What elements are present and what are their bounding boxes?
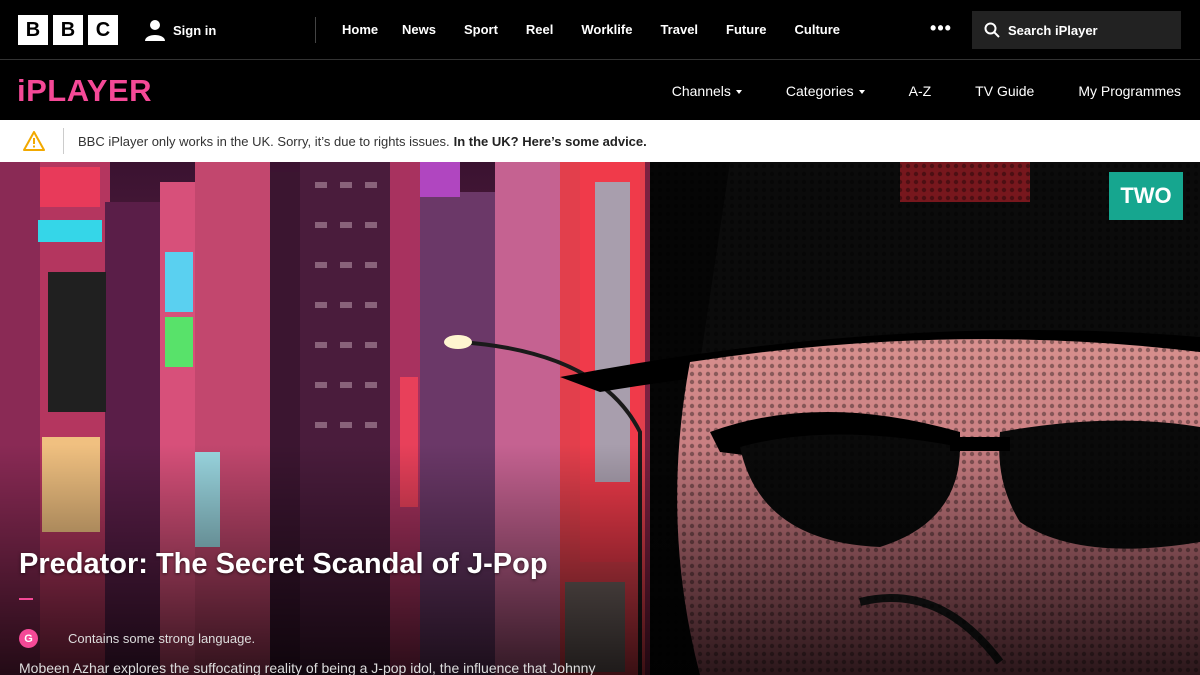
banner-divider (63, 128, 64, 154)
nav-my-programmes[interactable]: My Programmes (1078, 83, 1181, 99)
programme-title[interactable]: Predator: The Secret Scandal of J-Pop (19, 548, 548, 581)
hero-image (0, 162, 1200, 675)
nav-reel[interactable]: Reel (512, 0, 567, 60)
nav-future[interactable]: Future (712, 0, 780, 60)
nav-worklife[interactable]: Worklife (567, 0, 646, 60)
search-iplayer-input[interactable]: Search iPlayer (972, 11, 1181, 49)
nav-channels-label: Channels (671, 82, 731, 99)
bbc-logo-block: C (88, 15, 118, 45)
header-divider (315, 17, 316, 43)
nav-culture[interactable]: Culture (781, 0, 855, 60)
nav-categories-label: Categories (785, 82, 854, 99)
nav-categories[interactable]: Categories (786, 83, 865, 99)
user-icon (145, 20, 165, 41)
more-menu-button[interactable]: ••• (926, 18, 956, 39)
iplayer-logo[interactable]: iPLAYER (17, 73, 152, 109)
sign-in-button[interactable]: Sign in (143, 17, 216, 43)
caret-down-icon (735, 89, 742, 94)
nav-news[interactable]: News (388, 0, 450, 60)
guidance-badge: G (19, 629, 38, 648)
search-placeholder: Search iPlayer (1008, 22, 1098, 38)
bbc-main-nav: Home News Sport Reel Worklife Travel Fut… (330, 0, 854, 60)
hero-promo[interactable]: TWO Predator: The Secret Scandal of J-Po… (0, 162, 1200, 675)
nav-a-z[interactable]: A-Z (909, 83, 932, 99)
uk-advice-link[interactable]: In the UK? Here’s some advice. (454, 134, 647, 149)
uk-only-banner: BBC iPlayer only works in the UK. Sorry,… (0, 120, 1200, 162)
nav-sport[interactable]: Sport (450, 0, 512, 60)
channel-badge-bbc-two: TWO (1109, 172, 1183, 220)
bbc-logo[interactable]: B B C (18, 15, 118, 45)
nav-home[interactable]: Home (330, 0, 388, 60)
bbc-logo-block: B (53, 15, 83, 45)
nav-channels[interactable]: Channels (672, 83, 742, 99)
bbc-logo-block: B (18, 15, 48, 45)
title-accent-rule (19, 598, 33, 600)
warning-icon (23, 131, 45, 151)
iplayer-nav: Channels Categories A-Z TV Guide My Prog… (628, 61, 1181, 120)
bbc-top-bar: B B C Sign in Home News Sport Reel Workl… (0, 0, 1200, 60)
nav-travel[interactable]: Travel (646, 0, 712, 60)
guidance-text: Contains some strong language. (68, 631, 256, 646)
programme-synopsis: Mobeen Azhar explores the suffocating re… (19, 660, 596, 675)
sign-in-label: Sign in (173, 22, 217, 38)
iplayer-bar: iPLAYER Channels Categories A-Z TV Guide… (0, 61, 1200, 120)
banner-message: BBC iPlayer only works in the UK. Sorry,… (78, 133, 450, 149)
caret-down-icon (858, 89, 865, 94)
nav-tv-guide[interactable]: TV Guide (975, 83, 1034, 99)
search-icon (984, 22, 1000, 38)
